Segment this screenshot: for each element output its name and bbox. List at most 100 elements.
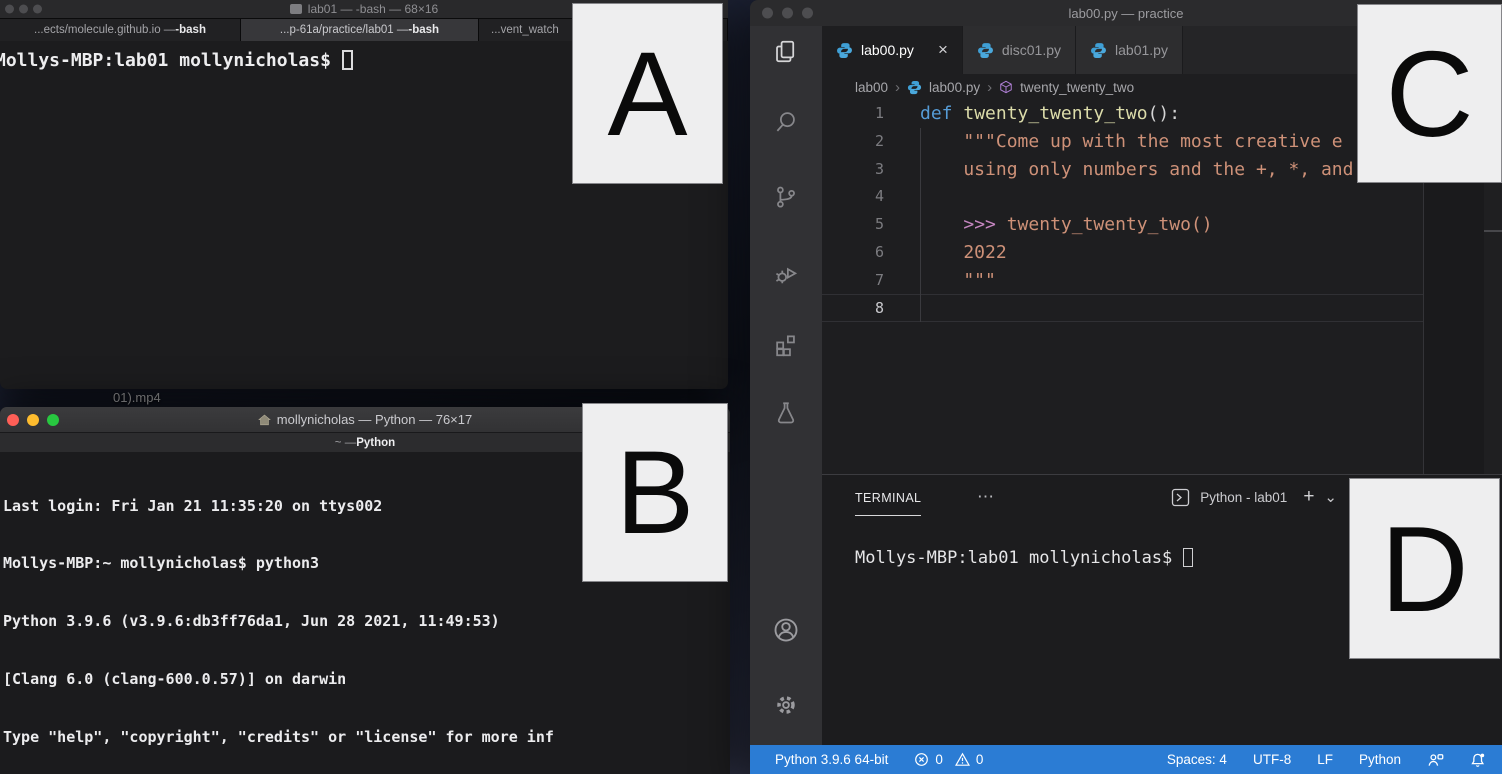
eol-status[interactable]: LF (1317, 752, 1333, 767)
tab-label: disc01.py (1002, 42, 1061, 58)
breadcrumb-symbol[interactable]: twenty_twenty_two (1020, 80, 1134, 95)
account-button[interactable] (762, 610, 810, 650)
tab-label-bold: -bash (175, 24, 206, 36)
breadcrumb-file[interactable]: lab00.py (929, 80, 980, 95)
pane-divider-line (1484, 230, 1502, 232)
warning-count: 0 (976, 752, 984, 767)
close-icon[interactable]: × (938, 40, 948, 60)
chevron-right-icon: › (987, 79, 992, 96)
extensions-button[interactable] (762, 325, 810, 365)
code-line: 6 2022 (822, 239, 1423, 267)
terminal-a-title: lab01 — -bash — 68×16 (290, 2, 438, 16)
settings-button[interactable] (762, 685, 810, 725)
files-icon (772, 38, 800, 66)
vscode-traffic-lights (762, 8, 813, 19)
minimize-window-button[interactable] (27, 414, 39, 426)
terminal-line: [Clang 6.0 (clang-600.0.57)] on darwin (3, 670, 730, 689)
line-number: 2 (822, 128, 920, 156)
run-debug-button[interactable] (762, 253, 810, 293)
minimize-window-button[interactable] (782, 8, 793, 19)
error-icon (914, 752, 929, 767)
line-number: 3 (822, 156, 920, 184)
zoom-window-button[interactable] (47, 414, 59, 426)
error-count: 0 (935, 752, 943, 767)
tab-lab01[interactable]: lab01.py (1076, 26, 1183, 74)
problems-status[interactable]: 0 0 (914, 752, 983, 767)
gear-icon (771, 690, 801, 720)
close-window-button[interactable] (762, 8, 773, 19)
code-line-current: 8 (822, 294, 1423, 322)
code-line: 1def twenty_twenty_two(): (822, 100, 1423, 128)
encoding-status[interactable]: UTF-8 (1253, 752, 1291, 767)
annotation-letter: B (616, 425, 695, 561)
terminal-cursor (342, 50, 353, 70)
tab-lab00[interactable]: lab00.py × (822, 26, 963, 74)
debug-icon (772, 259, 800, 287)
source-control-button[interactable] (762, 177, 810, 217)
explorer-button[interactable] (762, 32, 810, 72)
language-mode-status[interactable]: Python (1359, 752, 1401, 767)
account-icon (771, 615, 801, 645)
extensions-icon (772, 331, 800, 359)
indentation-status[interactable]: Spaces: 4 (1167, 752, 1227, 767)
integrated-terminal-prompt: Mollys-MBP:lab01 mollynicholas$ (855, 548, 1193, 568)
chevron-down-icon[interactable]: ⌄ (1324, 488, 1337, 506)
search-icon (772, 108, 800, 136)
tab-disc01[interactable]: disc01.py (963, 26, 1076, 74)
line-number: 6 (822, 239, 920, 267)
testing-button[interactable] (762, 393, 810, 433)
notifications-bell-icon[interactable] (1470, 752, 1486, 768)
indent-guide (920, 128, 921, 322)
code-area: 1def twenty_twenty_two(): 2 """Come up w… (822, 100, 1423, 322)
terminal-session-label[interactable]: Python - lab01 (1200, 490, 1287, 505)
code-line: 5 >>> twenty_twenty_two() (822, 211, 1423, 239)
line-number: 5 (822, 211, 920, 239)
terminal-line: Type "help", "copyright", "credits" or "… (3, 728, 730, 747)
terminal-a-traffic-lights (5, 5, 42, 14)
line-number: 4 (822, 183, 920, 211)
code-line: 2 """Come up with the most creative e (822, 128, 1423, 156)
annotation-letter: D (1380, 499, 1468, 639)
status-bar: Python 3.9.6 64-bit 0 0 Spaces: 4 UTF-8 … (750, 745, 1502, 774)
home-icon (258, 414, 271, 426)
terminal-panel-tab[interactable]: TERMINAL (855, 491, 921, 516)
terminal-b-title: mollynicholas — Python — 76×17 (258, 412, 472, 427)
window-proxy-icon (290, 4, 302, 14)
annotation-letter: C (1385, 24, 1473, 164)
feedback-icon[interactable] (1427, 752, 1444, 768)
code-line: 7 """ (822, 267, 1423, 295)
annotation-label-c: C (1357, 4, 1502, 183)
terminal-cursor (1183, 548, 1193, 567)
zoom-window-button[interactable] (802, 8, 813, 19)
more-actions-icon[interactable]: ⋯ (977, 487, 994, 507)
python-version-status[interactable]: Python 3.9.6 64-bit (775, 752, 888, 767)
close-window-button[interactable] (7, 414, 19, 426)
line-number: 1 (822, 100, 920, 128)
code-line: 3 using only numbers and the +, *, and (822, 156, 1423, 184)
vscode-window-title: lab00.py — practice (1069, 6, 1184, 21)
terminal-tab-lab01[interactable]: ...p-61a/practice/lab01 — -bash (241, 19, 479, 41)
terminal-tab-molecule[interactable]: ...ects/molecule.github.io — -bash (0, 19, 241, 41)
zoom-window-button[interactable] (33, 5, 42, 14)
tab-label: lab00.py (861, 42, 914, 58)
close-window-button[interactable] (5, 5, 14, 14)
annotation-label-d: D (1349, 478, 1500, 659)
warning-icon (955, 752, 970, 767)
terminal-panel-controls: Python - lab01 + ⌄ (1171, 486, 1337, 508)
terminal-b-title-text: mollynicholas — Python — 76×17 (277, 412, 472, 427)
activity-bar (750, 26, 822, 745)
annotation-letter: A (607, 25, 687, 163)
symbol-cube-icon (999, 80, 1013, 94)
line-number: 8 (822, 295, 920, 321)
tab-label: ...vent_watch (491, 24, 559, 36)
python-file-icon (836, 42, 853, 59)
python-file-icon (907, 80, 922, 95)
desktop-file-label: 01).mp4 (113, 390, 161, 405)
new-terminal-icon[interactable]: + (1303, 486, 1314, 508)
code-line: 4 (822, 183, 1423, 211)
breadcrumb-folder[interactable]: lab00 (855, 80, 888, 95)
minimize-window-button[interactable] (19, 5, 28, 14)
search-button[interactable] (762, 102, 810, 142)
tab-label: ~ — (335, 437, 356, 449)
tab-label: lab01.py (1115, 42, 1168, 58)
